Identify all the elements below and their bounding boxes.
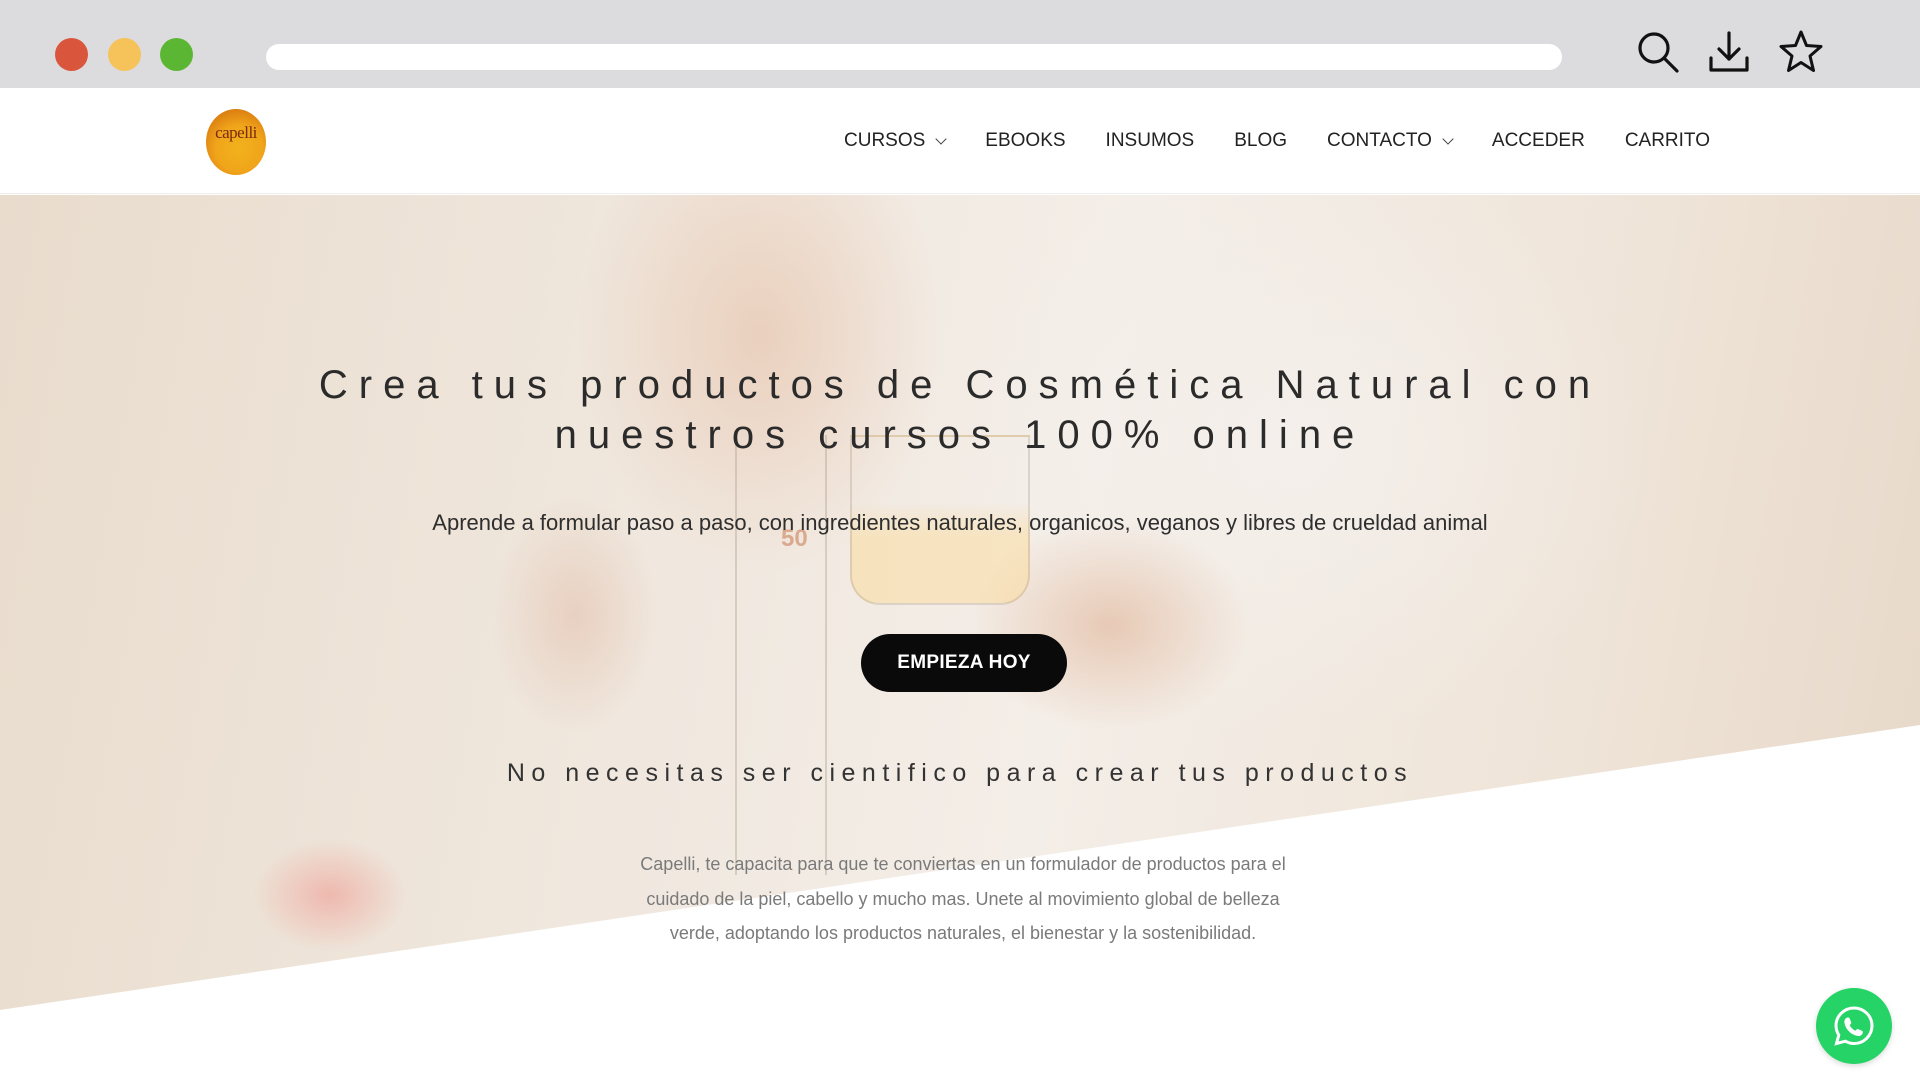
logo-wordmark: capelli <box>215 123 257 142</box>
hero-subheadline: Aprende a formular paso a paso, con ingr… <box>432 510 1488 535</box>
nav-item-blog[interactable]: BLOG <box>1234 130 1287 152</box>
nav-item-contacto[interactable]: CONTACTO <box>1327 130 1454 152</box>
search-icon[interactable] <box>1634 28 1682 76</box>
nav-label: BLOG <box>1234 130 1288 151</box>
nav-label: CONTACTO <box>1327 130 1432 151</box>
whatsapp-button[interactable] <box>1816 988 1892 1064</box>
hero-section: 50 Crea tus productos de Cosmética Natur… <box>0 195 1920 1080</box>
nav-item-cursos[interactable]: CURSOS <box>844 130 947 152</box>
download-icon[interactable] <box>1705 28 1753 76</box>
nav-label: CARRITO <box>1624 130 1710 151</box>
main-nav: CURSOS EBOOKS INSUMOS BLOG CONTACTO ACCE… <box>844 88 1710 194</box>
hero-headline-line1: Crea tus productos de Cosmética Natural … <box>318 363 1602 407</box>
site-header: capelli CURSOS EBOOKS INSUMOS BLOG CONTA… <box>0 88 1920 194</box>
address-bar[interactable] <box>266 44 1562 70</box>
nav-label: INSUMOS <box>1105 130 1195 151</box>
chevron-down-icon <box>935 133 947 145</box>
whatsapp-icon <box>1834 1006 1874 1046</box>
hero-headline: Crea tus productos de Cosmética Natural … <box>200 360 1720 460</box>
nav-label: ACCEDER <box>1491 130 1585 151</box>
window-maximize-button[interactable] <box>160 38 193 71</box>
nav-label: EBOOKS <box>985 130 1066 151</box>
hero-body-text: Capelli, te capacita para que te convier… <box>640 854 1286 943</box>
nav-label: CURSOS <box>844 130 926 151</box>
star-icon[interactable] <box>1777 28 1825 76</box>
nav-item-ebooks[interactable]: EBOOKS <box>985 130 1065 152</box>
window-minimize-button[interactable] <box>108 38 141 71</box>
window-close-button[interactable] <box>55 38 88 71</box>
hero-tagline: No necesitas ser cientifico para crear t… <box>506 759 1414 787</box>
site-logo[interactable]: capelli <box>206 109 266 175</box>
empieza-hoy-button[interactable]: EMPIEZA HOY <box>861 634 1067 692</box>
nav-item-insumos[interactable]: INSUMOS <box>1106 130 1195 152</box>
nav-item-acceder[interactable]: ACCEDER <box>1492 130 1585 152</box>
browser-toolbar <box>0 0 1920 88</box>
nav-item-carrito[interactable]: CARRITO <box>1625 130 1710 152</box>
chevron-down-icon <box>1442 133 1454 145</box>
hero-headline-line2: nuestros cursos 100% online <box>554 413 1366 457</box>
graduated-cylinder-image: 50 <box>735 435 827 875</box>
